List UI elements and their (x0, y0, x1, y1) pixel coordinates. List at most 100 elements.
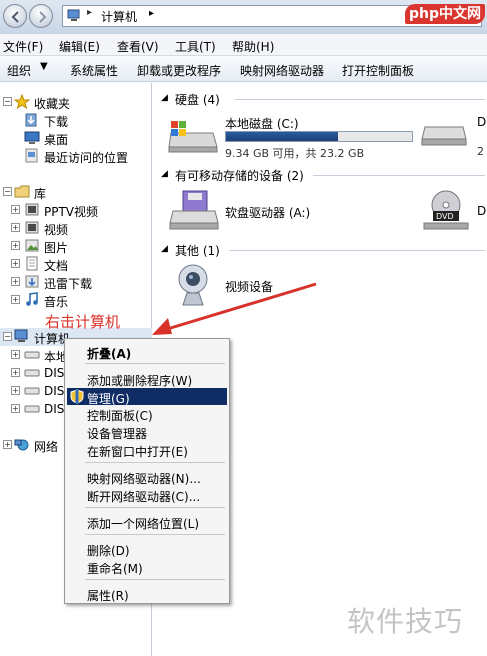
menu-item-manage[interactable]: 管理(G) (67, 388, 227, 406)
video-library-icon (25, 203, 39, 216)
drive-d-name: D (477, 115, 487, 129)
expand-icon[interactable]: + (11, 404, 20, 413)
nav-item-label: 下载 (44, 115, 69, 129)
nav-item-pictures[interactable]: + 图片 (0, 237, 150, 255)
group-header-hard-disks[interactable]: 硬盘 (4) (175, 91, 220, 107)
menu-help[interactable]: 帮助(H) (232, 38, 274, 55)
nav-item-music[interactable]: + 音乐 (0, 291, 150, 309)
drive-item-floppy[interactable]: 软盘驱动器 (A:) (167, 187, 367, 235)
expand-icon[interactable]: + (11, 350, 20, 359)
collapse-icon[interactable]: − (3, 332, 12, 341)
drive-c-info: 9.34 GB 可用，共 23.2 GB (225, 147, 365, 160)
drive-d-info: 2 (477, 145, 484, 158)
menu-file[interactable]: 文件(F) (3, 38, 43, 55)
shield-icon (70, 389, 84, 404)
organize-button[interactable]: 组织 (7, 62, 31, 79)
nav-item-label: 最近访问的位置 (44, 151, 129, 165)
expand-icon[interactable]: + (3, 440, 12, 449)
organize-dropdown-icon[interactable]: ▼ (40, 61, 48, 72)
nav-item-label: 桌面 (44, 133, 69, 147)
bottom-watermark: 软件技巧 (347, 605, 464, 638)
drive-icon (24, 369, 40, 377)
menu-item-collapse[interactable]: 折叠(A) (67, 343, 227, 361)
expand-icon[interactable]: + (11, 277, 20, 286)
back-button[interactable] (3, 4, 27, 28)
dvd-name: D (477, 204, 487, 218)
group-collapse-icon[interactable]: ◢ (161, 244, 168, 254)
drive-icon (24, 351, 40, 359)
expand-icon[interactable]: + (11, 295, 20, 304)
expand-icon[interactable]: + (11, 386, 20, 395)
expand-icon[interactable]: + (11, 205, 20, 214)
uninstall-program-button[interactable]: 卸载或更改程序 (137, 62, 221, 79)
expand-icon[interactable]: + (11, 241, 20, 250)
group-divider (313, 175, 485, 176)
drive-icon (421, 126, 467, 146)
drive-c-usage-bar (225, 131, 413, 142)
breadcrumb-arrow-icon[interactable]: ▸ (87, 7, 92, 18)
nav-item-documents[interactable]: + 文档 (0, 255, 150, 273)
menu-item-properties[interactable]: 属性(R) (67, 585, 227, 603)
menu-item-open-new-window[interactable]: 在新窗口中打开(E) (67, 441, 227, 459)
system-properties-button[interactable]: 系统属性 (70, 62, 118, 79)
menu-separator (85, 462, 225, 463)
menu-item-map-network-drive[interactable]: 映射网络驱动器(N)... (67, 468, 227, 486)
menu-view[interactable]: 查看(V) (117, 38, 159, 55)
menu-tools[interactable]: 工具(T) (175, 38, 216, 55)
collapse-icon[interactable]: − (3, 187, 12, 196)
dvd-drive-icon: DVD (423, 190, 469, 230)
group-header-removable[interactable]: 有可移动存储的设备 (2) (175, 167, 304, 183)
menu-item-disconnect-network-drive[interactable]: 断开网络驱动器(C)... (67, 486, 227, 504)
menu-separator (85, 579, 225, 580)
address-location[interactable]: 计算机 (101, 8, 137, 25)
nav-item-recent[interactable]: 最近访问的位置 (0, 147, 150, 165)
nav-libraries[interactable]: − 库 (0, 183, 150, 201)
open-control-panel-button[interactable]: 打开控制面板 (342, 62, 414, 79)
menu-item-add-network-location[interactable]: 添加一个网络位置(L) (67, 513, 227, 531)
nav-favorites-label: 收藏夹 (34, 97, 71, 111)
drive-c-name: 本地磁盘 (C:) (225, 117, 299, 131)
context-menu: 折叠(A) 添加或删除程序(W) 管理(G) 控制面板(C) 设备管理器 在新窗… (64, 338, 230, 604)
expand-icon[interactable]: + (11, 368, 20, 377)
drive-item-d[interactable]: D 2 (421, 111, 487, 159)
breadcrumb-dropdown-icon[interactable]: ▸ (149, 8, 154, 19)
menu-item-device-manager[interactable]: 设备管理器 (67, 423, 227, 441)
forward-arrow-icon (39, 11, 47, 23)
menu-item-add-remove-programs[interactable]: 添加或删除程序(W) (67, 370, 227, 388)
nav-libraries-label: 库 (34, 187, 47, 201)
title-bar: ▸ 计算机 ▸ php中文网 (0, 0, 487, 34)
drive-item-dvd[interactable]: DVD D (421, 187, 487, 235)
computer-icon (67, 9, 80, 21)
group-collapse-icon[interactable]: ◢ (161, 169, 168, 179)
nav-item-pptv[interactable]: + PPTV视频 (0, 201, 150, 219)
menu-edit[interactable]: 编辑(E) (59, 38, 100, 55)
drive-item-c[interactable]: 本地磁盘 (C:) 9.34 GB 可用，共 23.2 GB (167, 111, 417, 160)
collapse-icon[interactable]: − (3, 97, 12, 106)
nav-item-downloads[interactable]: 下载 (0, 111, 150, 129)
group-collapse-icon[interactable]: ◢ (161, 93, 168, 103)
nav-item-desktop[interactable]: 桌面 (0, 129, 150, 147)
group-header-other[interactable]: 其他 (1) (175, 242, 220, 258)
star-icon (14, 94, 30, 109)
menu-separator (85, 507, 225, 508)
menu-item-rename[interactable]: 重命名(M) (67, 558, 227, 576)
nav-item-label: PPTV视频 (44, 205, 99, 219)
nav-item-label: 图片 (44, 241, 69, 255)
menu-item-control-panel[interactable]: 控制面板(C) (67, 405, 227, 423)
nav-item-label: DIS (44, 402, 65, 416)
floppy-name: 软盘驱动器 (A:) (225, 206, 311, 220)
nav-item-thunder[interactable]: + 迅雷下载 (0, 273, 150, 291)
dvd-label-icon: DVD (436, 212, 454, 221)
forward-button[interactable] (29, 4, 53, 28)
drive-icon (24, 405, 40, 413)
drive-icon (24, 387, 40, 395)
music-note-icon (26, 292, 38, 306)
nav-favorites[interactable]: − 收藏夹 (0, 93, 150, 111)
nav-item-video[interactable]: + 视频 (0, 219, 150, 237)
nav-network-label: 网络 (34, 440, 59, 454)
expand-icon[interactable]: + (11, 259, 20, 268)
command-bar: 组织 ▼ 系统属性 卸载或更改程序 映射网络驱动器 打开控制面板 (0, 56, 487, 82)
expand-icon[interactable]: + (11, 223, 20, 232)
map-network-drive-button[interactable]: 映射网络驱动器 (240, 62, 324, 79)
menu-item-delete[interactable]: 删除(D) (67, 540, 227, 558)
